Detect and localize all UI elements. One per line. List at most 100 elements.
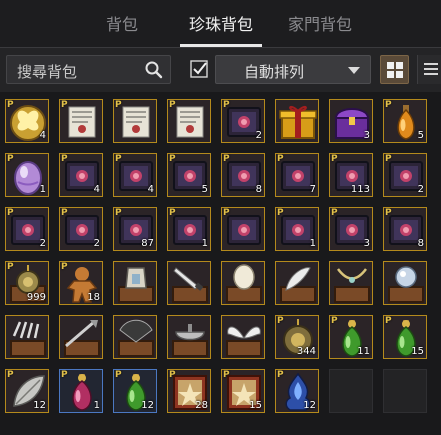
inventory-slot[interactable]: P7	[275, 153, 319, 197]
inventory-slot[interactable]: P1	[275, 207, 319, 251]
spear-chest-icon	[64, 320, 100, 357]
inventory-slot[interactable]	[59, 315, 103, 359]
inventory-slot[interactable]: P4	[59, 153, 103, 197]
item-quantity: 15	[249, 400, 262, 411]
pearl-marker-icon: P	[61, 100, 68, 110]
item-quantity: 113	[350, 184, 370, 195]
inventory-slot[interactable]: P2	[5, 207, 49, 251]
item-quantity: 2	[417, 184, 424, 195]
inventory-slot[interactable]: P8	[221, 153, 265, 197]
inventory-slot[interactable]: P 12	[113, 369, 157, 413]
item-quantity: 5	[417, 130, 424, 141]
chevron-down-icon	[348, 67, 360, 74]
inventory-slot[interactable]: P	[59, 99, 103, 143]
inventory-slot[interactable]: P2	[383, 153, 427, 197]
pearl-marker-icon: P	[277, 208, 284, 218]
item-quantity: 11	[357, 346, 370, 357]
inventory-slot[interactable]	[275, 99, 319, 143]
inventory-slot[interactable]: P8	[383, 207, 427, 251]
item-quantity: 4	[39, 130, 46, 141]
inventory-slot[interactable]: P5	[167, 153, 211, 197]
inventory-slot[interactable]: P4	[113, 153, 157, 197]
item-quantity: 2	[255, 130, 262, 141]
tab-pearl-inventory[interactable]: 珍珠背包	[189, 11, 253, 35]
list-view-button[interactable]	[417, 55, 441, 84]
pearl-marker-icon: P	[7, 100, 14, 110]
pearl-marker-icon: P	[115, 208, 122, 218]
inventory-slot[interactable]: 3	[329, 99, 373, 143]
auto-sort-checkbox[interactable]	[189, 58, 211, 80]
inventory-slot[interactable]: P	[113, 99, 157, 143]
inventory-slot[interactable]	[221, 261, 265, 305]
item-quantity: 7	[309, 184, 316, 195]
gold-gift-box-icon	[279, 105, 317, 139]
inventory-slot[interactable]: P2	[221, 99, 265, 143]
pearl-marker-icon: P	[385, 100, 392, 110]
inventory-slot[interactable]	[167, 315, 211, 359]
inventory-slot[interactable]: P3	[329, 207, 373, 251]
pearl-marker-icon: P	[223, 208, 230, 218]
pearl-marker-icon: P	[7, 208, 14, 218]
inventory-slot[interactable]: P1	[5, 153, 49, 197]
sort-dropdown[interactable]: 自動排列	[215, 55, 371, 84]
inventory-slot[interactable]: P 87	[113, 207, 157, 251]
search-input[interactable]: 搜尋背包	[6, 55, 171, 84]
pearl-marker-icon: P	[223, 370, 230, 380]
necklace-chest-icon	[334, 268, 370, 303]
pearl-marker-icon: P	[7, 262, 14, 272]
empty-inventory-slot[interactable]	[383, 369, 427, 413]
inventory-slot[interactable]: P 15	[383, 315, 427, 359]
pearl-marker-icon: P	[61, 262, 68, 272]
pearl-marker-icon: P	[277, 154, 284, 164]
inventory-slot[interactable]: P 12	[275, 369, 319, 413]
pearl-marker-icon: P	[61, 370, 68, 380]
inventory-slot[interactable]: P 11	[329, 315, 373, 359]
inventory-slot[interactable]: P4	[5, 99, 49, 143]
inventory-slot[interactable]	[113, 261, 157, 305]
search-placeholder: 搜尋背包	[17, 63, 78, 81]
item-quantity: 1	[201, 238, 208, 249]
inventory-slot[interactable]: P	[167, 99, 211, 143]
tab-inventory[interactable]: 背包	[106, 11, 138, 35]
inventory-slot[interactable]: P 15	[221, 369, 265, 413]
inventory-slot[interactable]: P5	[383, 99, 427, 143]
item-quantity: 3	[363, 130, 370, 141]
pearl-marker-icon: P	[385, 316, 392, 326]
inventory-slot[interactable]: P 12	[5, 369, 49, 413]
inventory-slot[interactable]	[5, 315, 49, 359]
inventory-slot[interactable]: P1	[167, 207, 211, 251]
inventory-slot[interactable]: P2	[59, 207, 103, 251]
orb-chest-icon	[388, 266, 424, 303]
pearl-marker-icon: P	[169, 100, 176, 110]
item-quantity: 1	[93, 400, 100, 411]
empty-inventory-slot[interactable]	[329, 369, 373, 413]
inventory-slot[interactable]: P 344	[275, 315, 319, 359]
inventory-slot[interactable]	[275, 261, 319, 305]
pearl-marker-icon: P	[331, 154, 338, 164]
inventory-slot[interactable]: P 28	[167, 369, 211, 413]
inventory-slot[interactable]: P	[221, 207, 265, 251]
inventory-slot[interactable]	[329, 261, 373, 305]
inventory-toolbar: 搜尋背包 自動排列	[0, 48, 441, 92]
inventory-slot[interactable]	[221, 315, 265, 359]
item-quantity: 15	[411, 346, 424, 357]
inventory-slot[interactable]: P 999	[5, 261, 49, 305]
inventory-slot[interactable]: P 18	[59, 261, 103, 305]
inventory-slot[interactable]	[383, 261, 427, 305]
pearl-marker-icon: P	[61, 154, 68, 164]
item-quantity: 12	[141, 400, 154, 411]
tab-family-inventory[interactable]: 家門背包	[288, 11, 352, 35]
inventory-slot[interactable]: P 113	[329, 153, 373, 197]
item-quantity: 5	[201, 184, 208, 195]
grid-view-button[interactable]	[380, 55, 409, 84]
item-quantity: 4	[147, 184, 154, 195]
pearl-marker-icon: P	[331, 208, 338, 218]
item-quantity: 1	[39, 184, 46, 195]
inventory-slot[interactable]	[113, 315, 157, 359]
pearl-marker-icon: P	[169, 208, 176, 218]
inventory-slot[interactable]	[167, 261, 211, 305]
search-icon[interactable]	[144, 60, 164, 80]
inventory-slot[interactable]: P1	[59, 369, 103, 413]
claw-chest-icon	[10, 321, 46, 357]
inventory-tabs: 背包 珍珠背包 家門背包	[0, 0, 441, 48]
